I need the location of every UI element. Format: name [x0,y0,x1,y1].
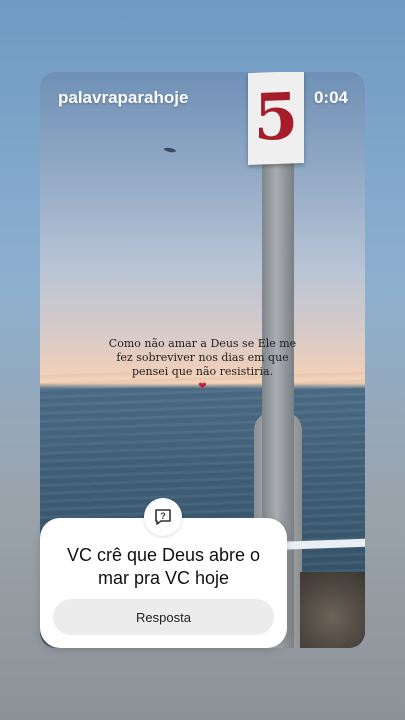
story-caption: Como não amar a Deus se Ele me fez sobre… [100,337,305,394]
question-message-icon: ? [144,498,182,536]
heart-icon: ❤ [198,381,207,392]
caption-line: Como não amar a Deus se Ele me [108,337,297,350]
caption-line: pensei que não resistiria. [131,365,274,378]
svg-text:?: ? [160,511,166,521]
caption-line: fez sobreviver nos dias em que [116,351,289,364]
rocks [300,572,365,648]
story-timestamp: 0:04 [313,88,348,107]
question-line: VC crê que Deus abre o [66,545,261,565]
question-sticker[interactable]: ? VC crê que Deus abre o mar pra VC hoje… [40,498,287,648]
bird-silhouette [163,146,177,154]
username[interactable]: palavraparahoje [58,88,188,108]
story-header: palavraparahoje 0:04 [58,88,348,108]
question-line: mar pra VC hoje [97,568,230,588]
sticker-question: VC crê que Deus abre o mar pra VC hoje [50,544,277,590]
number-sign: 5 [248,72,304,165]
reply-button[interactable]: Resposta [53,599,274,635]
